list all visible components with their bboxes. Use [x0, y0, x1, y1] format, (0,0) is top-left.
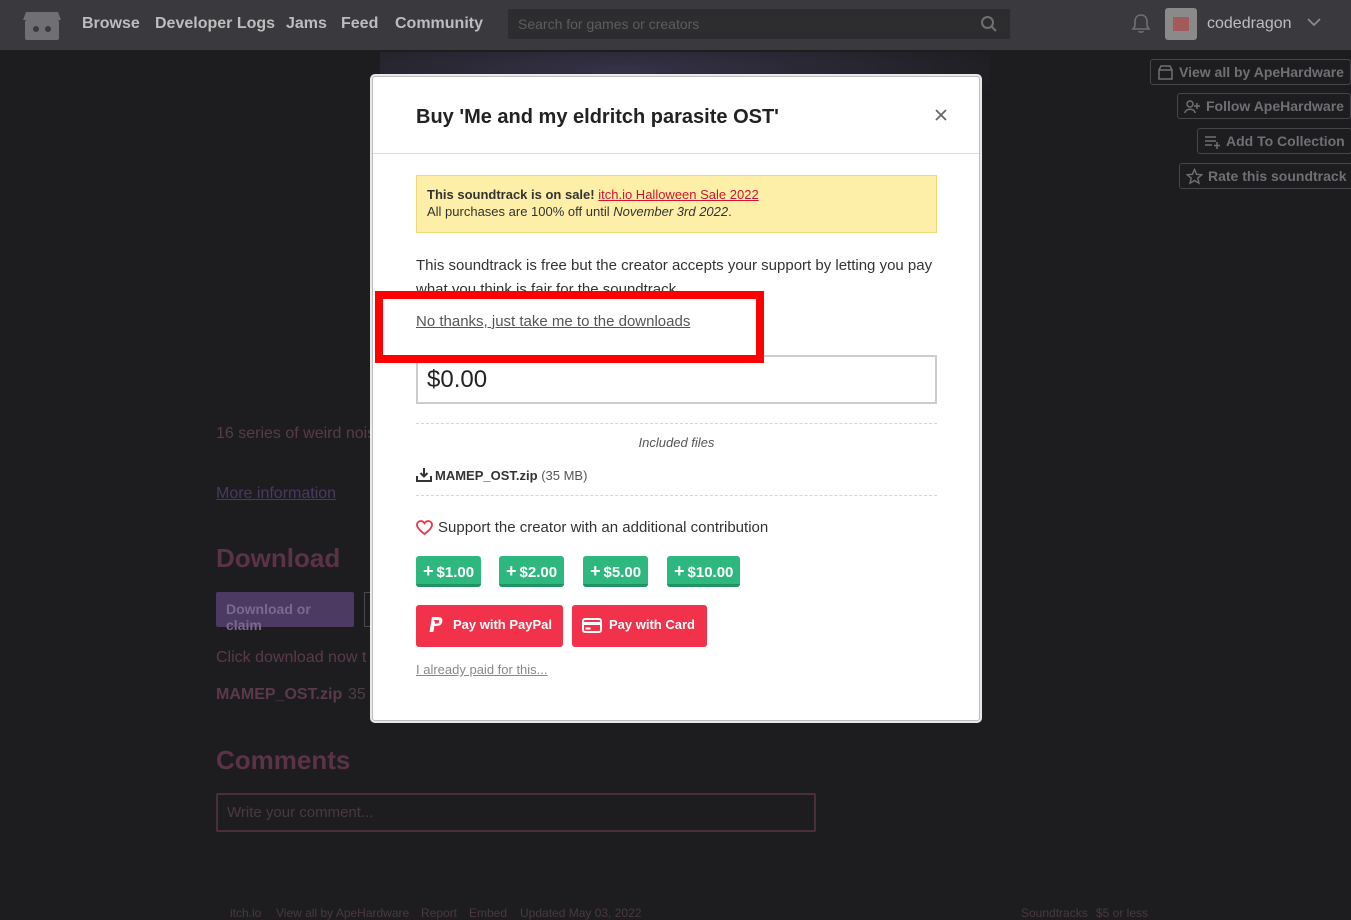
plus-icon: + — [423, 561, 434, 581]
plus-icon: + — [590, 561, 601, 581]
plus-icon: + — [506, 561, 517, 581]
footer-tag-soundtracks[interactable]: Soundtracks — [1021, 906, 1088, 920]
nav-developer-logs[interactable]: Developer Logs — [155, 15, 275, 33]
highlight-annotation-box — [375, 291, 764, 363]
follow-label: Follow ApeHardware — [1206, 98, 1344, 114]
close-button[interactable] — [929, 103, 953, 127]
follow-button[interactable]: Follow ApeHardware — [1177, 93, 1351, 119]
sale-line2-suffix: . — [728, 204, 732, 219]
add-tip-1-button[interactable]: + $1.00 — [416, 556, 482, 587]
pay-with-paypal-button[interactable]: Pay with PayPal — [416, 605, 563, 647]
sale-prefix: This soundtrack is on sale! — [427, 187, 595, 202]
download-file-name: MAMEP_OST.zip — [216, 686, 343, 703]
close-icon — [935, 109, 947, 121]
sale-link[interactable]: itch.io Halloween Sale 2022 — [598, 187, 758, 202]
pay-with-paypal-label: Pay with PayPal — [453, 617, 552, 632]
view-all-by-label: View all by ApeHardware — [1179, 64, 1344, 80]
nav-browse[interactable]: Browse — [82, 15, 140, 33]
divider — [416, 495, 937, 496]
more-information-link[interactable]: More information — [216, 485, 336, 503]
nav-community[interactable]: Community — [395, 15, 483, 33]
footer-view-all-link[interactable]: View all by ApeHardware — [276, 906, 409, 920]
add-tip-10-button[interactable]: + $10.00 — [667, 556, 741, 587]
download-hint: Click download now t — [216, 649, 367, 666]
tip-amount: $5.00 — [603, 564, 642, 581]
download-file-size: 35 — [348, 686, 366, 703]
search-placeholder: Search for games or creators — [518, 16, 700, 32]
search-input[interactable]: Search for games or creators — [508, 9, 1010, 39]
included-file: MAMEP_OST.zip (35 MB) — [416, 467, 587, 483]
rate-label: Rate this soundtrack — [1208, 168, 1347, 184]
dialog-title: Buy 'Me and my eldritch parasite OST' — [416, 106, 779, 128]
paypal-icon — [429, 617, 443, 632]
add-to-collection-label: Add To Collection — [1226, 133, 1345, 149]
tip-amount: $1.00 — [436, 564, 475, 581]
footer-report-link[interactable]: Report — [421, 906, 457, 920]
footer-updated: Updated May 03, 2022 — [520, 906, 642, 920]
nav-jams[interactable]: Jams — [286, 15, 327, 33]
add-user-icon — [1184, 100, 1200, 114]
comment-input[interactable]: Write your comment... — [216, 793, 816, 832]
already-paid-link[interactable]: I already paid for this... — [416, 662, 548, 677]
download-heading: Download — [216, 543, 341, 573]
sale-end-date: November 3rd 2022 — [613, 204, 729, 219]
support-creator-text: Support the creator with an additional c… — [438, 519, 769, 536]
add-to-collection-button[interactable]: Add To Collection — [1197, 128, 1351, 154]
star-icon — [1186, 168, 1203, 185]
tip-amount: $10.00 — [687, 564, 734, 581]
store-icon — [1158, 65, 1173, 80]
username[interactable]: codedragon — [1207, 15, 1292, 33]
divider — [416, 423, 937, 424]
sale-notice: This soundtrack is on sale! itch.io Hall… — [416, 175, 937, 233]
plus-icon: + — [674, 561, 685, 581]
pay-with-card-button[interactable]: Pay with Card — [572, 605, 707, 647]
included-file-size: (35 MB) — [541, 468, 588, 483]
footer-embed-link[interactable]: Embed — [469, 906, 507, 920]
add-tip-2-button[interactable]: + $2.00 — [499, 556, 565, 587]
download-icon — [416, 468, 432, 482]
included-file-name: MAMEP_OST.zip — [435, 468, 538, 483]
footer-itchio-link[interactable]: itch.io — [230, 906, 261, 920]
game-description: 16 series of weird nois — [216, 425, 376, 442]
chevron-down-icon[interactable] — [1305, 13, 1323, 31]
avatar[interactable] — [1165, 8, 1197, 40]
pay-with-card-label: Pay with Card — [609, 617, 695, 632]
download-or-claim-button[interactable]: Download or claim — [216, 592, 354, 633]
included-files-label: Included files — [638, 435, 715, 450]
support-creator-row: Support the creator with an additional c… — [416, 519, 768, 536]
search-icon[interactable] — [980, 15, 998, 33]
buy-dialog: Buy 'Me and my eldritch parasite OST' Th… — [372, 76, 980, 721]
view-all-by-button[interactable]: View all by ApeHardware — [1150, 59, 1351, 85]
add-tip-5-button[interactable]: + $5.00 — [583, 556, 649, 587]
comment-placeholder: Write your comment... — [227, 804, 374, 821]
footer-tag-price[interactable]: $5 or less — [1096, 906, 1148, 920]
rate-button[interactable]: Rate this soundtrack — [1179, 163, 1351, 189]
bell-icon[interactable] — [1130, 12, 1152, 34]
heart-icon — [416, 520, 433, 536]
dialog-header: Buy 'Me and my eldritch parasite OST' — [373, 77, 979, 154]
comments-heading: Comments — [216, 745, 351, 775]
top-navigation-bar: Browse Developer Logs Jams Feed Communit… — [0, 0, 1351, 50]
itchio-logo-icon[interactable] — [22, 8, 62, 42]
credit-card-icon — [582, 618, 602, 633]
tip-amount: $2.00 — [519, 564, 558, 581]
nav-feed[interactable]: Feed — [341, 15, 378, 33]
list-add-icon — [1205, 136, 1220, 149]
sale-line2-prefix: All purchases are 100% off until — [427, 204, 610, 219]
